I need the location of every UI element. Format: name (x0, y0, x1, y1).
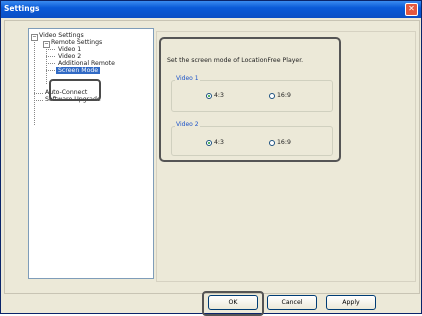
tree-connector (46, 56, 55, 57)
video-1-group (171, 80, 333, 112)
radio-label: 4:3 (214, 92, 224, 99)
radio-label: 16:9 (277, 92, 291, 99)
video-2-group-label: Video 2 (175, 121, 200, 128)
tree-connector (46, 63, 55, 64)
radio-unselected-icon (269, 139, 275, 146)
close-icon[interactable]: ✕ (405, 3, 418, 16)
tree-connector (34, 93, 43, 94)
radio-selected-icon (206, 92, 212, 99)
window-title: Settings (4, 4, 40, 13)
video-2-radio-16-9[interactable]: 16:9 (269, 139, 291, 146)
tree-item-video-2[interactable]: Video 2 (58, 53, 81, 60)
collapse-icon[interactable]: − (43, 41, 50, 48)
tree-connector (46, 44, 47, 84)
settings-window: Settings ✕ − Video Settings − Remote Set… (0, 0, 422, 316)
tree-connector (46, 70, 55, 71)
video-1-group-label: Video 1 (175, 75, 200, 82)
radio-label: 4:3 (214, 139, 224, 146)
radio-label: 16:9 (277, 139, 291, 146)
apply-button[interactable]: Apply (326, 295, 376, 310)
tree-item-remote-settings[interactable]: Remote Settings (51, 39, 102, 46)
radio-unselected-icon (269, 92, 275, 99)
video-1-radio-4-3[interactable]: 4:3 (206, 92, 224, 99)
video-1-radio-16-9[interactable]: 16:9 (269, 92, 291, 99)
cancel-button[interactable]: Cancel (267, 295, 317, 310)
tree-item-video-settings[interactable]: Video Settings (39, 32, 84, 39)
video-2-group (171, 126, 333, 156)
tree-connector (34, 37, 35, 125)
tree-connector (46, 49, 55, 50)
radio-selected-icon (206, 139, 212, 146)
screen-mode-callout (49, 79, 101, 101)
video-2-radio-4-3[interactable]: 4:3 (206, 139, 224, 146)
tree-item-screen-mode[interactable]: Screen Mode (56, 67, 101, 74)
tree-item-video-1[interactable]: Video 1 (58, 46, 81, 53)
settings-tree[interactable]: − Video Settings − Remote Settings Video… (28, 28, 154, 279)
tree-connector (34, 100, 43, 101)
ok-button[interactable]: OK (208, 295, 258, 310)
instruction-text: Set the screen mode of LocationFree Play… (167, 57, 304, 64)
collapse-icon[interactable]: − (31, 34, 38, 41)
title-bar[interactable]: Settings ✕ (1, 1, 421, 18)
tree-item-additional-remote[interactable]: Additional Remote (58, 60, 115, 67)
